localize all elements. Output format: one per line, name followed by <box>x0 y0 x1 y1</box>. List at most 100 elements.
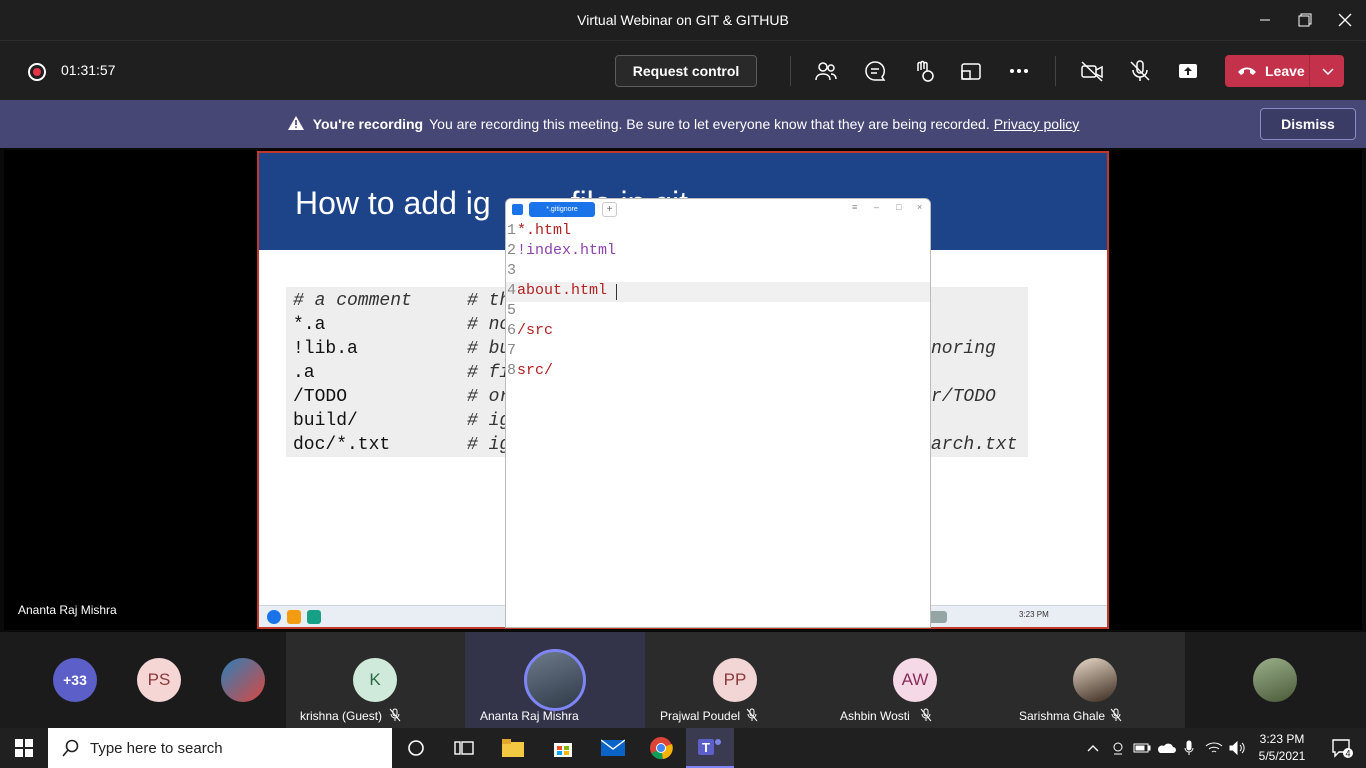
toolbar-divider <box>1055 56 1056 86</box>
warning-icon <box>287 115 305 134</box>
avatar <box>221 658 265 702</box>
code-line: !index.html <box>517 242 617 259</box>
leave-label: Leave <box>1265 63 1305 79</box>
notifications-icon[interactable]: 4 <box>1318 728 1366 768</box>
avatar <box>524 649 586 711</box>
chat-icon[interactable] <box>860 56 890 86</box>
line-number: 1 <box>506 222 516 239</box>
windows-taskbar: Type here to search T 3:23 PM 5/5/2021 4 <box>0 728 1366 768</box>
editor-tab[interactable]: *.gitignore <box>529 202 595 217</box>
dismiss-button[interactable]: Dismiss <box>1260 108 1356 140</box>
more-participants-button[interactable]: +33 <box>53 658 97 702</box>
recording-icon <box>28 63 46 81</box>
code-line: src/ <box>517 362 554 379</box>
request-control-button[interactable]: Request control <box>615 55 757 87</box>
avatar <box>1073 658 1117 702</box>
close-icon[interactable]: × <box>917 202 922 212</box>
app-icon <box>287 610 301 624</box>
example-code: !lib.a <box>293 339 358 359</box>
recording-message: You are recording this meeting. Be sure … <box>429 116 990 132</box>
participant-name: Ananta Raj Mishra <box>480 709 579 723</box>
cortana-icon[interactable] <box>392 728 440 768</box>
battery-icon[interactable] <box>1130 728 1154 768</box>
editor-app-icon <box>512 204 523 215</box>
line-number: 7 <box>506 342 516 359</box>
example-code: # a comment <box>293 291 412 311</box>
minimize-icon[interactable] <box>1245 0 1285 40</box>
mic-off-icon[interactable] <box>1125 56 1155 86</box>
line-number: 4 <box>506 282 516 299</box>
volume-icon[interactable] <box>1226 728 1250 768</box>
participant-name: Prajwal Poudel <box>660 709 741 723</box>
search-icon <box>62 739 80 757</box>
rooms-icon[interactable] <box>956 56 986 86</box>
chevron-up-icon[interactable] <box>1080 728 1106 768</box>
webcam-icon[interactable] <box>1106 728 1130 768</box>
leave-button[interactable]: Leave <box>1225 55 1344 87</box>
store-icon[interactable] <box>539 728 587 768</box>
code-line: *.html <box>517 222 572 239</box>
editor-menu-icon[interactable]: ≡ <box>852 202 857 212</box>
task-view-icon[interactable] <box>440 728 488 768</box>
teams-icon[interactable]: T <box>686 728 734 768</box>
example-comment: # th <box>467 291 511 311</box>
text-editor-window: *.gitignore + ≡ – □ × 1 *.html 2 !index.… <box>505 198 931 628</box>
mic-off-icon <box>389 708 401 722</box>
example-comment: # ig <box>467 411 511 431</box>
mail-icon[interactable] <box>589 728 637 768</box>
avatar: K <box>353 658 397 702</box>
chrome-icon[interactable] <box>637 728 685 768</box>
camera-off-icon[interactable] <box>1077 56 1107 86</box>
microphone-icon[interactable] <box>1178 728 1200 768</box>
meeting-toolbar: 01:31:57 Request control Leave <box>0 40 1366 100</box>
minimize-icon[interactable]: – <box>874 202 879 212</box>
toolbar-divider <box>790 56 791 86</box>
avatar: PS <box>137 658 181 702</box>
avatar: AW <box>893 658 937 702</box>
onedrive-icon[interactable] <box>1154 728 1178 768</box>
example-code: .a <box>293 363 315 383</box>
avatar: PP <box>713 658 757 702</box>
close-icon[interactable] <box>1325 0 1365 40</box>
recording-banner: You're recording You are recording this … <box>0 100 1366 148</box>
example-code: build/ <box>293 411 358 431</box>
meeting-timer: 01:31:57 <box>61 62 116 78</box>
wifi-icon[interactable] <box>1202 728 1226 768</box>
presenter-name: Ananta Raj Mishra <box>18 603 117 617</box>
example-comment-tail: noring <box>931 339 996 359</box>
line-number: 6 <box>506 322 516 339</box>
system-clock[interactable]: 3:23 PM 5/5/2021 <box>1254 731 1310 765</box>
example-comment: # bu <box>467 339 511 359</box>
share-screen-icon[interactable] <box>1173 56 1203 86</box>
mic-off-icon <box>1110 708 1122 722</box>
notification-count: 4 <box>1346 749 1351 759</box>
participant-name: Sarishma Ghale <box>1019 709 1106 723</box>
maximize-icon[interactable]: □ <box>896 202 901 212</box>
participants-icon[interactable] <box>811 56 841 86</box>
phone-hangup-icon <box>1237 65 1257 77</box>
example-comment: # ig <box>467 435 511 455</box>
privacy-policy-link[interactable]: Privacy policy <box>994 116 1080 132</box>
recording-title: You're recording <box>312 116 424 132</box>
new-tab-icon[interactable]: + <box>602 202 617 217</box>
line-number: 5 <box>506 302 516 319</box>
example-comment: # no <box>467 315 511 335</box>
windows-start-icon[interactable] <box>0 728 48 768</box>
file-explorer-icon[interactable] <box>489 728 537 768</box>
leave-divider <box>1309 55 1310 87</box>
line-number: 3 <box>506 262 516 279</box>
app-icon <box>307 610 321 624</box>
more-actions-icon[interactable] <box>1004 56 1034 86</box>
participant-name: Ashbin Wosti <box>840 709 910 723</box>
code-line: about.html <box>517 282 608 299</box>
example-comment-tail: r/TODO <box>931 387 996 407</box>
chevron-down-icon[interactable] <box>1321 65 1335 83</box>
taskbar-search[interactable]: Type here to search <box>48 728 392 768</box>
mic-off-icon <box>746 708 758 722</box>
avatar <box>1253 658 1297 702</box>
restore-icon[interactable] <box>1285 0 1325 40</box>
editor-tabbar: *.gitignore + ≡ – □ × <box>506 199 930 219</box>
example-code: *.a <box>293 315 326 335</box>
line-number: 8 <box>506 362 516 379</box>
reactions-icon[interactable] <box>908 56 938 86</box>
